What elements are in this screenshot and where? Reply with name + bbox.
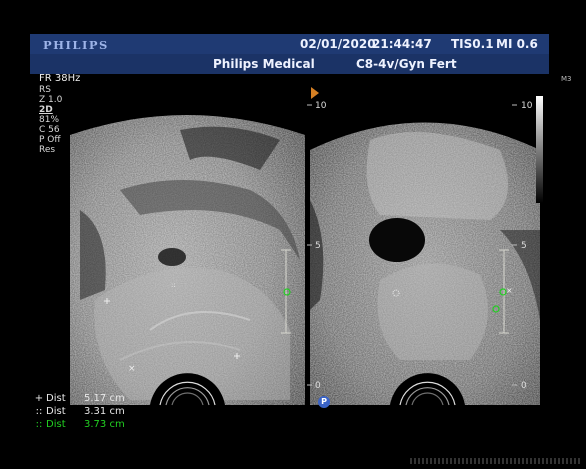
depth-right-bottom: 0 xyxy=(521,381,527,391)
depth-left-bottom: 0 xyxy=(315,381,321,391)
svg-text:×: × xyxy=(128,364,136,374)
measurement-label: Dist xyxy=(46,406,66,417)
measurement-value: 3.73 cm xyxy=(84,419,125,430)
right-sector-image xyxy=(310,122,540,405)
footer-artifact xyxy=(410,458,580,464)
probe-indicator-icon: P xyxy=(318,396,330,408)
caliper-dots-green-icon: :: xyxy=(35,419,43,430)
svg-text:::: :: xyxy=(171,281,176,289)
depth-left-top: 10 xyxy=(315,101,327,111)
caliper-cross-right: × xyxy=(506,286,513,295)
caliper-plus-icon: + xyxy=(34,393,44,404)
measurement-row-1: + Dist 5.17 cm xyxy=(32,393,125,404)
measurement-row-3: :: Dist 3.73 cm xyxy=(32,419,125,430)
measurement-label: Dist xyxy=(46,419,66,430)
depth-right-top: 10 xyxy=(521,101,533,111)
left-sector-image xyxy=(70,115,305,405)
measurement-value: 3.31 cm xyxy=(84,406,125,417)
left-probe-arcs xyxy=(159,381,216,406)
depth-right-mid: 5 xyxy=(521,241,527,251)
right-probe-arcs xyxy=(399,381,456,406)
orientation-marker-icon xyxy=(311,87,319,99)
measurement-value: 5.17 cm xyxy=(84,393,125,404)
measurement-label: Dist xyxy=(46,393,66,404)
grayscale-bar xyxy=(536,96,543,203)
depth-left-mid: 5 xyxy=(315,241,321,251)
measurement-row-2: :: Dist 3.31 cm xyxy=(32,406,125,417)
caliper-dots-icon: :: xyxy=(35,406,43,417)
ultrasound-screen: PHILIPS 02/01/2020 21:44:47 TIS0.1 MI 0.… xyxy=(0,0,586,469)
